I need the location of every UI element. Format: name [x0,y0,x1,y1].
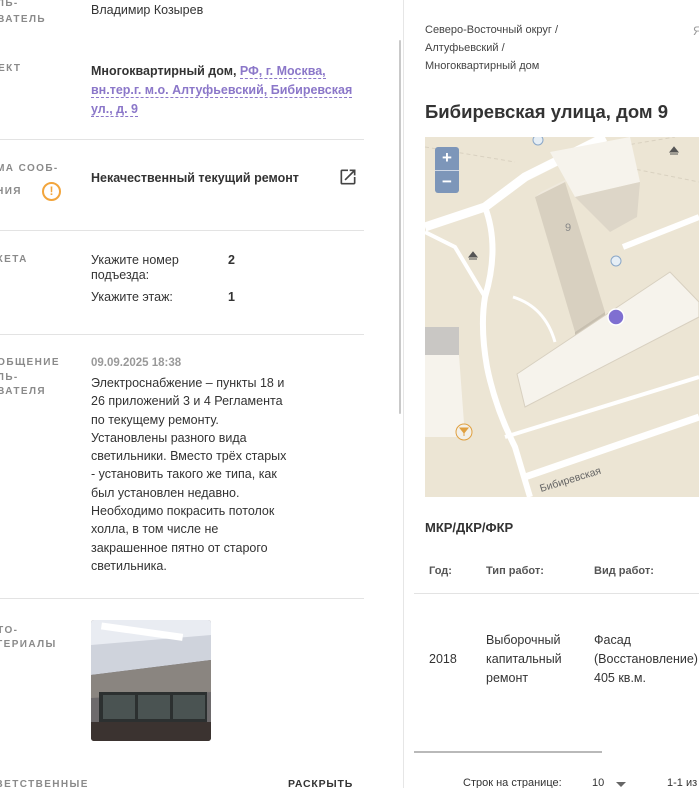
topic-value: Некачественный текущий ремонт [91,171,299,185]
expand-label: РАСКРЫТЬ [288,778,354,788]
message-date: 09.09.2025 18:38 [91,357,182,369]
map-canvas: 9 Бибиревская [425,137,699,497]
table-divider [414,593,699,594]
map-zoom-control: + − [435,147,459,193]
zoom-in-button[interactable]: + [435,147,459,170]
breadcrumb-type: Многоквартирный дом [425,60,540,72]
page-title: Бибиревская улица, дом 9 [425,101,668,122]
answer-entrance: 2 [228,253,235,267]
chevron-down-icon[interactable] [616,782,626,787]
divider [0,230,364,231]
yandex-mark: Я [693,24,699,38]
column-header-work-type: Тип работ: [486,565,544,577]
author-name: Владимир Козырев [91,3,204,17]
breadcrumb: Северо-Восточный округ / Алтуфьевский / … [425,21,558,75]
question-entrance: Укажите номер подъезда: [91,253,179,282]
questionnaire-label: НКЕТА [0,254,28,265]
cell-year: 2018 [429,652,457,666]
table-horizontal-scrollbar[interactable] [414,751,602,753]
photos-label-2: АТЕРИАЛЫ [0,639,57,650]
zoom-out-button[interactable]: − [435,171,459,194]
divider [0,139,364,140]
location-marker[interactable] [607,308,625,326]
message-text: Электроснабжение – пункты 18 и 26 прилож… [91,376,287,573]
expand-button[interactable]: РАСКРЫТЬ [288,778,364,788]
object-type: Многоквартирный дом, [91,64,237,78]
divider [0,334,364,335]
left-scrollbar[interactable] [399,40,401,414]
rows-per-page-label: Строк на странице: [463,777,562,788]
cell-work-type: Выборочный капитальный ремонт [486,633,562,685]
breadcrumb-area[interactable]: Алтуфьевский / [425,39,558,57]
question-floor: Укажите этаж: [91,290,173,304]
divider [0,598,364,599]
column-header-year: Год: [429,565,452,577]
map-view[interactable]: 9 Бибиревская + − [425,137,699,497]
photo-image [91,620,211,741]
object-info-panel: Северо-Восточный округ / Алтуфьевский / … [404,0,699,788]
breadcrumb-district[interactable]: Северо-Восточный округ / [425,21,558,39]
responsible-label: ТВЕТСТВЕННЫЕ [0,779,89,788]
request-details-panel: ОЛЬ- ОВАТЕЛЬ Владимир Козырев ЪЕКТ Много… [0,0,364,788]
topic-label: ЕМА СООБ- [0,163,59,174]
photo-thumbnail[interactable] [91,620,211,741]
object-label: ЪЕКТ [0,63,22,74]
answer-floor: 1 [228,290,235,304]
cell-work-kind: Фасад (Восстановление) 405 кв.м. [594,633,698,685]
message-label-3: ОВАТЕЛЯ [0,386,47,397]
pagination-range: 1-1 из [667,777,698,788]
column-header-work-kind: Вид работ: [594,565,654,577]
section-title: МКР/ДКР/ФКР [425,520,514,535]
object-value: Многоквартирный дом, РФ, г. Москва, вн.т… [91,62,363,119]
map-building-number: 9 [565,222,571,234]
warning-icon: ! [42,182,61,201]
rows-per-page-select[interactable]: 10 [592,777,604,788]
author-label: ОЛЬ- ОВАТЕЛЬ [0,0,47,25]
external-link-icon[interactable] [338,167,358,187]
